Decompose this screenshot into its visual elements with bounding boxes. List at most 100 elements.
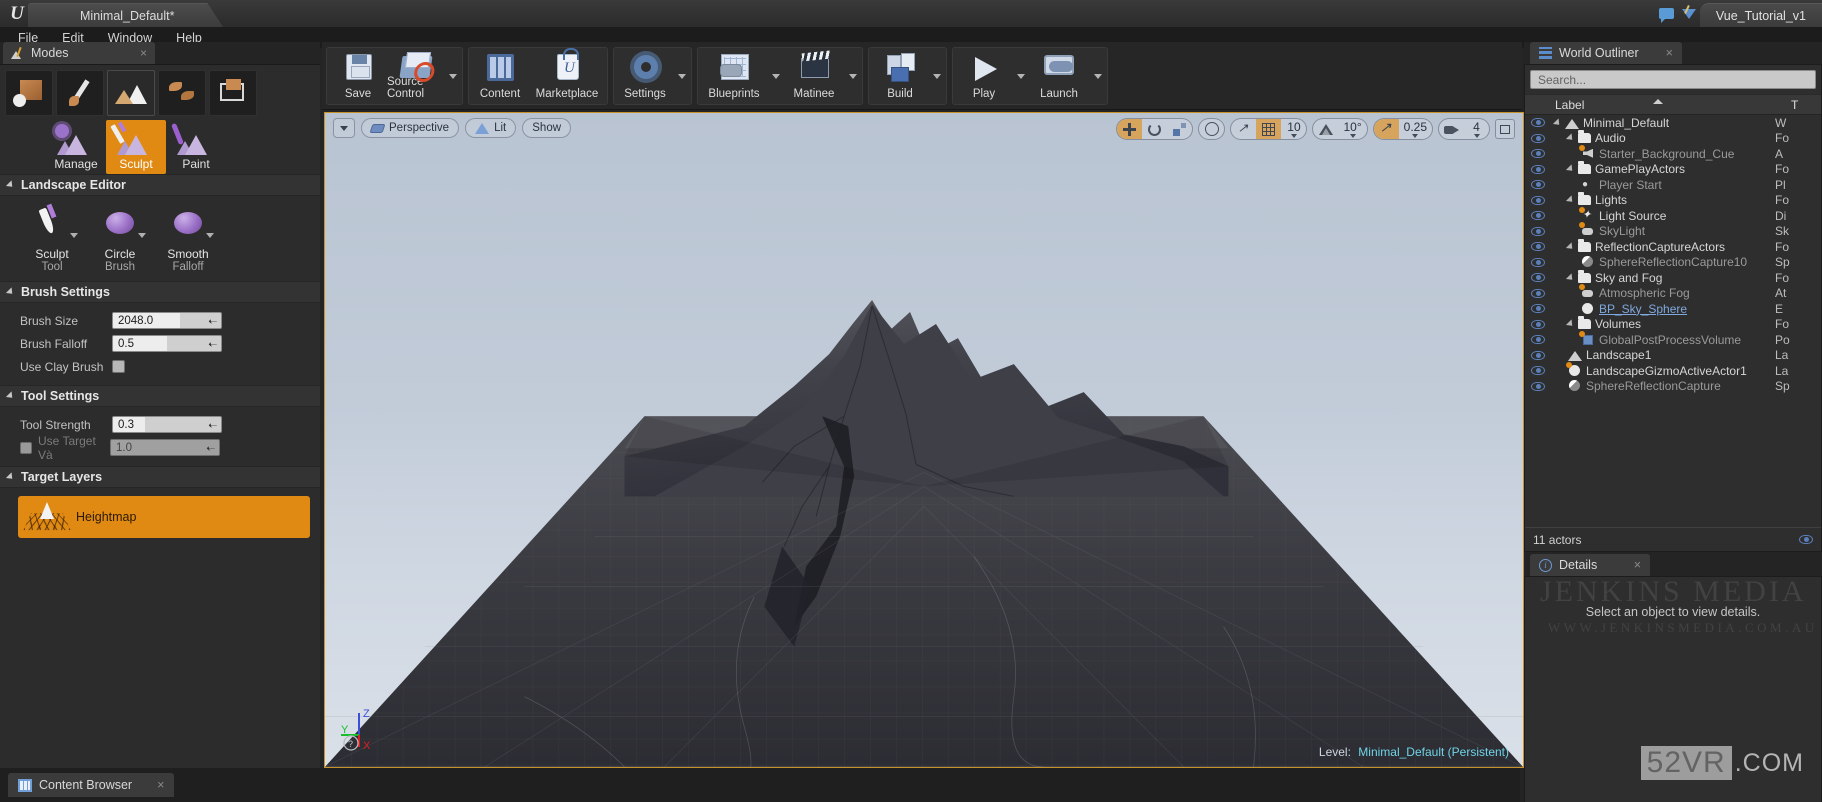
play-dropdown[interactable] bbox=[1013, 48, 1028, 104]
save-button[interactable]: Save bbox=[329, 48, 387, 104]
tool-settings-section-header[interactable]: Tool Settings bbox=[0, 385, 320, 407]
source-control-dropdown[interactable] bbox=[445, 48, 460, 104]
landscape-tab-paint[interactable]: Paint bbox=[166, 120, 226, 174]
visibility-eye-icon[interactable] bbox=[1525, 164, 1551, 174]
visibility-eye-icon[interactable] bbox=[1525, 319, 1551, 329]
scale-mode-button[interactable] bbox=[1167, 119, 1192, 139]
maximize-viewport-button[interactable] bbox=[1495, 119, 1515, 139]
blueprints-button[interactable]: Blueprints bbox=[700, 48, 768, 104]
outliner-row[interactable]: ✦ Light Source Di bbox=[1525, 206, 1821, 224]
smooth-falloff-picker[interactable]: Smooth Falloff bbox=[156, 206, 220, 273]
rotation-snap-value[interactable]: 10° bbox=[1338, 119, 1366, 139]
foliage-mode-button[interactable] bbox=[158, 70, 206, 116]
circle-brush-picker[interactable]: Circle Brush bbox=[88, 206, 152, 273]
build-button[interactable]: Build bbox=[871, 48, 929, 104]
translate-mode-button[interactable] bbox=[1117, 119, 1143, 139]
visibility-eye-icon[interactable] bbox=[1525, 180, 1551, 190]
modes-tab[interactable]: Modes × bbox=[3, 42, 155, 64]
settings-dropdown[interactable] bbox=[674, 48, 689, 104]
outliner-row[interactable]: LandscapeGizmoActiveActor1 La bbox=[1525, 361, 1821, 379]
rotation-snap-toggle[interactable] bbox=[1313, 119, 1338, 139]
outliner-search-input[interactable]: Search... bbox=[1530, 70, 1816, 89]
expand-triangle-icon[interactable] bbox=[1565, 273, 1576, 283]
settings-button[interactable]: Settings bbox=[616, 48, 674, 104]
source-control-button[interactable]: Source Control bbox=[387, 48, 445, 104]
landscape-editor-section-header[interactable]: Landscape Editor bbox=[0, 174, 320, 196]
chat-icon[interactable] bbox=[1656, 0, 1678, 27]
tool-strength-input[interactable]: 0.3 ➝ bbox=[112, 416, 222, 433]
visibility-eye-icon[interactable] bbox=[1525, 133, 1551, 143]
outliner-row[interactable]: Minimal_Default W bbox=[1525, 115, 1821, 131]
viewport-viewmode-button[interactable]: Lit bbox=[465, 118, 517, 138]
visibility-eye-icon[interactable] bbox=[1525, 226, 1551, 236]
camera-speed-icon[interactable] bbox=[1439, 119, 1464, 139]
visibility-eye-icon[interactable] bbox=[1525, 304, 1551, 314]
marketplace-button[interactable]: Marketplace bbox=[529, 48, 605, 104]
outliner-row[interactable]: SphereReflectionCapture10 Sp bbox=[1525, 255, 1821, 271]
visibility-eye-icon[interactable] bbox=[1525, 335, 1551, 345]
brush-size-spinner-icon[interactable]: ➝ bbox=[209, 315, 218, 328]
modes-tab-close-icon[interactable]: × bbox=[122, 46, 147, 60]
content-browser-close-icon[interactable]: × bbox=[139, 778, 164, 792]
target-layer-heightmap[interactable]: Heightmap bbox=[18, 496, 310, 538]
tool-strength-spinner-icon[interactable]: ➝ bbox=[209, 419, 218, 432]
details-tab[interactable]: i Details × bbox=[1530, 554, 1650, 576]
world-outliner-close-icon[interactable]: × bbox=[1646, 46, 1673, 60]
visibility-eye-icon[interactable] bbox=[1525, 381, 1551, 391]
world-coordinate-toggle[interactable] bbox=[1199, 119, 1224, 139]
visibility-eye-icon[interactable] bbox=[1525, 366, 1551, 376]
visibility-eye-icon[interactable] bbox=[1525, 288, 1551, 298]
expand-triangle-icon[interactable] bbox=[1565, 242, 1576, 252]
outliner-row[interactable]: ReflectionCaptureActors Fo bbox=[1525, 238, 1821, 255]
brush-falloff-spinner-icon[interactable]: ➝ bbox=[209, 338, 218, 351]
landscape-mode-button[interactable] bbox=[107, 70, 155, 116]
visibility-eye-icon[interactable] bbox=[1525, 242, 1551, 252]
outliner-row[interactable]: Audio Fo bbox=[1525, 130, 1821, 147]
matinee-dropdown[interactable] bbox=[845, 48, 860, 104]
surface-snap-toggle[interactable] bbox=[1231, 119, 1256, 139]
sculpt-tool-picker[interactable]: Sculpt Tool bbox=[20, 203, 84, 273]
paint-mode-button[interactable] bbox=[56, 70, 104, 116]
visibility-eye-icon[interactable] bbox=[1525, 350, 1551, 360]
viewport-perspective-button[interactable]: Perspective bbox=[361, 118, 460, 138]
outliner-row[interactable]: SphereReflectionCapture Sp bbox=[1525, 379, 1821, 395]
visibility-eye-icon[interactable] bbox=[1525, 273, 1551, 283]
use-target-value-checkbox[interactable] bbox=[20, 441, 32, 454]
play-button[interactable]: Play bbox=[955, 48, 1013, 104]
content-button[interactable]: Content bbox=[471, 48, 529, 104]
outliner-row[interactable]: BP_Sky_Sphere E bbox=[1525, 301, 1821, 317]
place-mode-button[interactable] bbox=[5, 70, 53, 116]
outliner-label-column[interactable]: Label bbox=[1551, 98, 1791, 112]
outliner-row[interactable]: ● Player Start Pl bbox=[1525, 177, 1821, 193]
outliner-row[interactable]: GamePlayActors Fo bbox=[1525, 161, 1821, 178]
visibility-eye-icon[interactable] bbox=[1525, 211, 1551, 221]
outliner-row[interactable]: SkyLight Sk bbox=[1525, 222, 1821, 240]
build-dropdown[interactable] bbox=[929, 48, 944, 104]
landscape-tab-sculpt[interactable]: Sculpt bbox=[106, 120, 166, 174]
camera-speed-value[interactable]: 4 bbox=[1464, 119, 1489, 139]
expand-triangle-icon[interactable] bbox=[1552, 118, 1563, 128]
outliner-row[interactable]: GlobalPostProcessVolume Po bbox=[1525, 330, 1821, 348]
launch-dropdown[interactable] bbox=[1090, 48, 1105, 104]
outliner-row-list[interactable]: Minimal_Default W Audio Fo Starter_Backgroun… bbox=[1525, 115, 1821, 513]
outliner-row[interactable]: Volumes Fo bbox=[1525, 316, 1821, 333]
visibility-eye-icon[interactable] bbox=[1525, 149, 1551, 159]
outliner-row[interactable]: Sky and Fog Fo bbox=[1525, 269, 1821, 286]
grid-snap-value[interactable]: 10 bbox=[1281, 119, 1306, 139]
brush-falloff-input[interactable]: 0.5 ➝ bbox=[112, 335, 222, 352]
scale-snap-value[interactable]: 0.25 bbox=[1399, 119, 1432, 139]
visibility-eye-icon[interactable] bbox=[1525, 195, 1551, 205]
use-clay-brush-checkbox[interactable] bbox=[112, 360, 125, 373]
grid-snap-toggle[interactable] bbox=[1256, 119, 1282, 139]
target-layers-section-header[interactable]: Target Layers bbox=[0, 466, 320, 488]
outliner-row[interactable]: Landscape1 La bbox=[1525, 348, 1821, 364]
blueprints-dropdown[interactable] bbox=[768, 48, 783, 104]
expand-triangle-icon[interactable] bbox=[1565, 319, 1576, 329]
outliner-type-column[interactable]: T bbox=[1791, 98, 1821, 112]
expand-triangle-icon[interactable] bbox=[1565, 133, 1576, 143]
matinee-button[interactable]: Matinee bbox=[783, 48, 845, 104]
launch-button[interactable]: Launch bbox=[1028, 48, 1090, 104]
viewport-show-button[interactable]: Show bbox=[522, 118, 572, 138]
brush-size-input[interactable]: 2048.0 ➝ bbox=[112, 312, 222, 329]
landscape-tab-manage[interactable]: Manage bbox=[46, 120, 106, 174]
